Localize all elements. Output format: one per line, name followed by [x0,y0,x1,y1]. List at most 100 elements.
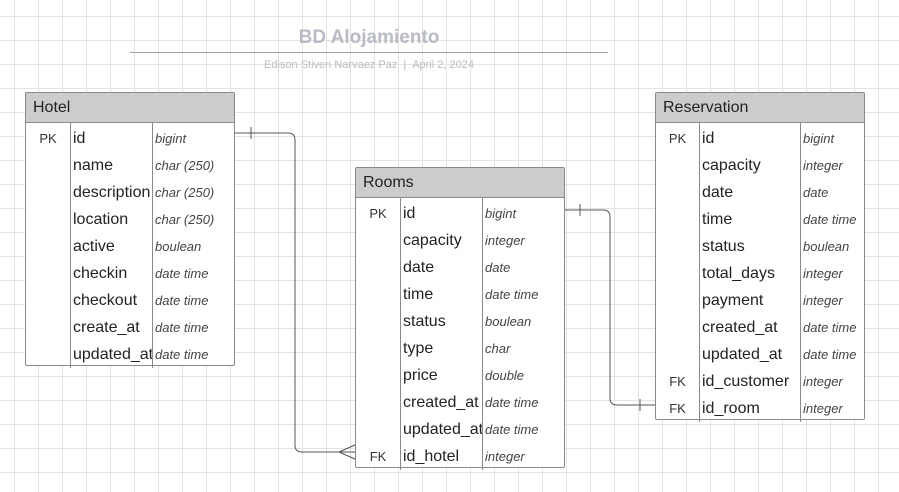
field-type: date time [485,287,539,302]
field-name: capacity [702,156,761,174]
field-row-reservation-id-customer[interactable]: FK id_customer integer [656,368,864,395]
field-type: date time [803,212,857,227]
field-type: char [485,341,511,356]
field-name: time [702,210,733,228]
field-name: created_at [403,393,479,411]
field-type: date [803,185,829,200]
field-row-reservation-time[interactable]: time date time [656,206,864,233]
field-row-reservation-updated-at[interactable]: updated_at date time [656,341,864,368]
field-type: date time [485,395,539,410]
field-key: PK [668,131,687,146]
field-type: boulean [155,239,202,254]
field-name: created_at [702,318,778,336]
field-type: date time [803,347,857,362]
field-row-hotel-create-at[interactable]: create_at date time [26,314,234,341]
field-row-hotel-active[interactable]: active boulean [26,233,234,260]
crowfoot-upper [338,444,356,453]
connector-rooms-reservation[interactable] [565,209,655,406]
field-name: name [73,156,114,174]
field-type: date time [803,320,857,335]
field-name: updated_at [403,420,482,438]
field-name: payment [702,291,764,309]
field-row-hotel-id[interactable]: PK id bigint [26,125,234,152]
field-row-hotel-description[interactable]: description char (250) [26,179,234,206]
diagram-title[interactable]: BD Alojamiento [130,26,608,50]
column-divider [400,198,401,470]
field-type: bigint [485,206,517,221]
diagram-author: Edison Stiven Narvaez Paz [264,59,398,71]
field-type: integer [803,293,843,308]
entity-rooms-body: PK id bigint capacity integer date date time dat… [356,198,564,470]
entity-rooms-header[interactable]: Rooms [356,168,564,198]
diagram-subtitle: Edison Stiven Narvaez Paz | April 2, 2024 [130,58,608,72]
entity-reservation-fields: PK id bigint capacity integer date date time dat… [656,125,864,422]
field-type: integer [803,266,843,281]
column-divider [70,123,71,368]
field-row-rooms-time[interactable]: time date time [356,281,564,308]
field-type: char (250) [155,158,215,173]
field-row-rooms-date[interactable]: date date [356,254,564,281]
field-row-reservation-date[interactable]: date date [656,179,864,206]
field-row-rooms-id-hotel[interactable]: FK id_hotel integer [356,443,564,470]
field-type: date time [155,266,209,281]
field-type: char (250) [155,185,215,200]
entity-rooms-fields: PK id bigint capacity integer date date time dat… [356,200,564,470]
entity-hotel-body: PK id bigint name char (250) description char … [26,123,234,368]
field-row-rooms-id[interactable]: PK id bigint [356,200,564,227]
field-key: FK [669,401,686,416]
connector-hotel-rooms[interactable] [235,132,355,453]
field-name: date [403,258,435,276]
field-row-rooms-created-at[interactable]: created_at date time [356,389,564,416]
entity-hotel[interactable]: Hotel PK id bigint name char (250) descriptio… [25,92,235,368]
field-key: FK [669,374,686,389]
field-type: integer [803,401,843,416]
field-name: status [403,312,446,330]
field-type: date time [155,320,209,335]
field-row-rooms-type[interactable]: type char [356,335,564,362]
column-divider [800,123,801,422]
field-type: char (250) [155,212,215,227]
entity-reservation-header[interactable]: Reservation [656,93,864,123]
field-name: checkout [73,291,138,309]
crowfoot-lower [338,451,356,460]
field-name: active [73,237,115,255]
field-name: time [403,285,434,303]
column-divider [699,123,700,422]
field-row-reservation-capacity[interactable]: capacity integer [656,152,864,179]
entity-reservation[interactable]: Reservation PK id bigint capacity integer dat… [655,92,865,422]
field-type: date time [155,293,209,308]
field-key: FK [369,449,387,464]
field-row-reservation-total-days[interactable]: total_days integer [656,260,864,287]
field-row-hotel-name[interactable]: name char (250) [26,152,234,179]
subtitle-separator: | [403,59,407,71]
field-row-hotel-location[interactable]: location char (250) [26,206,234,233]
field-row-reservation-payment[interactable]: payment integer [656,287,864,314]
field-row-hotel-checkin[interactable]: checkin date time [26,260,234,287]
field-type: date time [155,347,209,362]
field-row-rooms-status[interactable]: status boulean [356,308,564,335]
field-row-hotel-updated-at[interactable]: updated_at date time [26,341,234,368]
entity-rooms[interactable]: Rooms PK id bigint capacity integer date date t… [355,167,565,470]
field-row-rooms-capacity[interactable]: capacity integer [356,227,564,254]
diagram-date: April 2, 2024 [412,59,474,71]
field-row-rooms-updated-at[interactable]: updated_at date time [356,416,564,443]
field-row-rooms-price[interactable]: price double [356,362,564,389]
field-type: double [485,368,525,383]
field-row-reservation-status[interactable]: status boulean [656,233,864,260]
field-name: description [73,183,151,201]
title-divider [130,52,608,53]
entity-hotel-header[interactable]: Hotel [26,93,234,123]
field-row-hotel-checkout[interactable]: checkout date time [26,287,234,314]
field-row-reservation-created-at[interactable]: created_at date time [656,314,864,341]
field-name: type [403,339,434,357]
field-row-reservation-id[interactable]: PK id bigint [656,125,864,152]
field-key: PK [369,206,387,221]
field-type: bigint [155,131,187,146]
field-name: updated_at [702,345,783,363]
field-row-reservation-id-room[interactable]: FK id_room integer [656,395,864,422]
field-name: price [403,366,438,384]
field-name: status [702,237,745,255]
column-divider [152,123,153,368]
field-type: date [485,260,511,275]
field-name: checkin [73,264,128,282]
